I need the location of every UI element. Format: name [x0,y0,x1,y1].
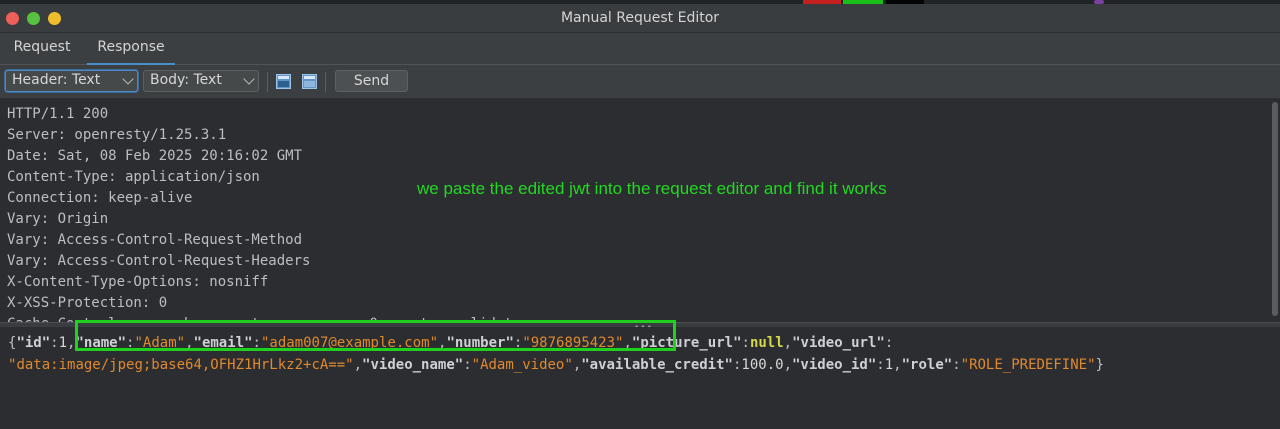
send-button[interactable]: Send [335,70,408,92]
toolbar-separator [325,72,326,92]
window-title: Manual Request Editor [560,10,720,26]
response-header-pane[interactable]: HTTP/1.1 200 Server: openresty/1.25.3.1 … [0,99,1280,322]
json-video-url-value: data:image/jpeg;base64,OFHZ1HrLkz2+cA== [16,357,346,373]
header-line: Vary: Origin [7,211,109,227]
header-format-value: Header: Text [12,72,101,88]
header-line: Server: openresty/1.25.3.1 [7,127,227,143]
json-id-value: 1 [58,335,68,351]
split-vertical-icon[interactable] [302,74,317,89]
tab-response[interactable]: Response [87,39,175,65]
response-headers-text: HTTP/1.1 200 Server: openresty/1.25.3.1 … [7,104,521,322]
split-horizontal-icon[interactable] [276,74,291,89]
header-scrollbar[interactable] [1271,99,1280,322]
tab-bar: Request Response [0,33,1280,65]
header-line: HTTP/1.1 200 [7,106,109,122]
header-format-select[interactable]: Header: Text [5,70,138,92]
json-credit-value: 100.0 [741,357,784,373]
chevron-down-icon [243,73,255,85]
window-titlebar: Manual Request Editor [0,4,1280,33]
header-line: X-XSS-Protection: 0 [7,295,168,311]
editor-toolbar: Header: Text Body: Text Send [0,65,1280,99]
header-line: Vary: Access-Control-Request-Method [7,232,303,248]
chevron-down-icon [122,73,134,85]
header-line: Vary: Access-Control-Request-Headers [7,253,311,269]
toolbar-separator [267,72,268,92]
annotation-text: we paste the edited jwt into the request… [417,179,887,198]
tab-request-label: Request [13,39,71,55]
header-line: X-Content-Type-Options: nosniff [7,274,269,290]
json-picture-url-value: null [749,335,784,351]
scrollbar-thumb[interactable] [1272,102,1278,316]
header-line: Date: Sat, 08 Feb 2025 20:16:02 GMT [7,148,303,164]
highlight-box [75,320,676,351]
tab-response-label: Response [97,39,165,55]
tab-request[interactable]: Request [8,39,76,63]
body-format-value: Body: Text [150,72,222,88]
json-video-id-value: 1 [884,357,894,373]
json-role-value: ROLE_PREDEFINE [969,357,1088,373]
json-video-name-value: Adam_video [480,357,565,373]
body-format-select[interactable]: Body: Text [143,70,259,92]
